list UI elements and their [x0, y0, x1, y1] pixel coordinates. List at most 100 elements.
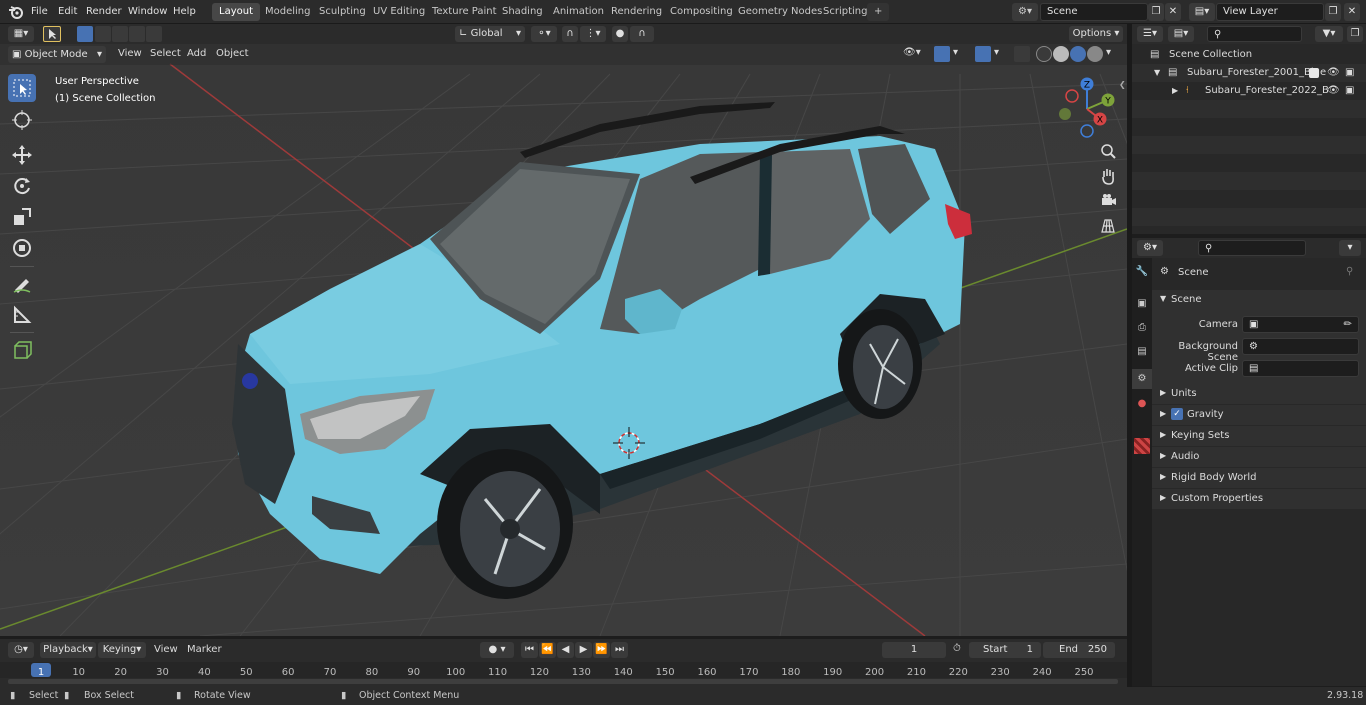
keying-sets-panel[interactable]: ▶ Keying Sets — [1152, 426, 1366, 446]
texture-tab-icon[interactable] — [1134, 438, 1150, 454]
visibility-dropdown-icon[interactable]: 👁▾ — [903, 47, 931, 62]
tab-geometry-nodes[interactable]: Geometry Nodes — [731, 3, 829, 21]
view-layer-tab-icon[interactable]: ▤ — [1134, 346, 1150, 362]
tool-annotate[interactable] — [8, 270, 36, 298]
menu-help[interactable]: Help — [173, 4, 196, 20]
menu-view[interactable]: View — [118, 48, 142, 59]
tool-select-box[interactable] — [8, 74, 36, 102]
scene-tab-icon[interactable]: ⚙ — [1132, 369, 1152, 389]
chevron-down-icon[interactable]: ▾ — [1339, 240, 1361, 256]
play-icon[interactable]: ▶ — [575, 642, 592, 658]
tool-rotate[interactable] — [8, 172, 36, 200]
scene-section-header[interactable]: ▼ Scene — [1152, 290, 1366, 310]
gravity-checkbox[interactable]: ✓ — [1171, 408, 1183, 420]
snap-target-dropdown[interactable]: ⋮▾ — [580, 26, 606, 42]
tool-measure[interactable] — [8, 301, 36, 329]
view-layer-selector-button[interactable]: ▤▾ — [1189, 3, 1215, 21]
tool-settings-tab-icon[interactable]: 🔧 — [1134, 266, 1150, 282]
timeline-scrollbar[interactable] — [8, 679, 1118, 684]
blender-logo-icon[interactable] — [8, 4, 24, 20]
outliner-search-input[interactable]: ⚲ — [1207, 26, 1302, 42]
eye-icon[interactable]: 👁 — [1327, 64, 1340, 82]
pan-hand-icon[interactable] — [1097, 165, 1119, 187]
view-layer-field[interactable]: View Layer — [1216, 3, 1324, 21]
output-tab-icon[interactable]: ⎙ — [1134, 322, 1150, 338]
menu-add[interactable]: Add — [187, 48, 206, 59]
chevron-down-icon[interactable]: ▾ — [1106, 47, 1118, 62]
active-clip-field[interactable]: ▤ — [1242, 360, 1359, 377]
prev-keyframe-icon[interactable]: ⏪ — [539, 642, 556, 658]
tab-shading[interactable]: Shading — [495, 3, 550, 21]
tool-move[interactable] — [8, 141, 36, 169]
camera-view-icon[interactable] — [1097, 190, 1119, 212]
camera-render-icon[interactable]: ▣ — [1345, 64, 1354, 82]
expand-arrow-icon[interactable]: ▶ — [1172, 82, 1178, 100]
tool-cursor[interactable] — [8, 106, 36, 134]
marker-menu[interactable]: Marker — [187, 644, 222, 655]
menu-render[interactable]: Render — [86, 4, 122, 20]
wireframe-shading-icon[interactable] — [1036, 46, 1052, 62]
tab-compositing[interactable]: Compositing — [663, 3, 740, 21]
rigid-body-world-panel[interactable]: ▶ Rigid Body World — [1152, 468, 1366, 488]
auto-keying-button[interactable]: ● ▾ — [480, 642, 514, 658]
tool-transform[interactable] — [8, 234, 36, 262]
chevron-down-icon[interactable]: ▾ — [953, 47, 965, 62]
chevron-down-icon[interactable]: ▾ — [994, 47, 1006, 62]
editor-type-button[interactable]: ▦▾ — [8, 26, 34, 42]
transform-orientation-dropdown[interactable]: ∟ Global ▾ — [455, 26, 525, 42]
eye-icon[interactable]: 👁 — [1327, 82, 1340, 100]
3d-viewport[interactable]: User Perspective (1) Scene Collection Z … — [0, 44, 1127, 636]
jump-end-icon[interactable]: ⏭ — [611, 642, 628, 658]
select-subtract-icon[interactable] — [112, 26, 128, 42]
rendered-shading-icon[interactable] — [1087, 46, 1103, 62]
playback-menu[interactable]: Playback▾ — [40, 642, 96, 658]
menu-edit[interactable]: Edit — [58, 4, 77, 20]
filter-icon[interactable]: ▼▾ — [1315, 26, 1343, 42]
menu-select[interactable]: Select — [150, 48, 181, 59]
tab-modeling[interactable]: Modeling — [258, 3, 318, 21]
scene-name-field[interactable]: Scene — [1040, 3, 1148, 21]
pin-icon[interactable]: ⚲ — [1346, 266, 1353, 277]
custom-properties-panel[interactable]: ▶ Custom Properties — [1152, 489, 1366, 509]
eyedropper-icon[interactable]: ✏ — [1344, 317, 1352, 333]
display-mode-icon[interactable]: ▤▾ — [1168, 26, 1194, 42]
next-keyframe-icon[interactable]: ⏩ — [593, 642, 610, 658]
properties-editor-type-icon[interactable]: ⚙▾ — [1137, 240, 1163, 256]
camera-render-icon[interactable]: ▣ — [1345, 82, 1354, 100]
play-reverse-icon[interactable]: ◀ — [557, 642, 574, 658]
background-scene-field[interactable]: ⚙ — [1242, 338, 1359, 355]
object-mode-dropdown[interactable]: ▣ Object Mode ▾ — [8, 46, 106, 63]
overlays-toggle-icon[interactable] — [975, 46, 991, 62]
gizmo-toggle-icon[interactable] — [934, 46, 950, 62]
menu-file[interactable]: File — [31, 4, 48, 20]
proportional-edit-icon[interactable]: ● — [612, 26, 628, 42]
audio-panel[interactable]: ▶ Audio — [1152, 447, 1366, 467]
gravity-panel[interactable]: ▶ ✓ Gravity — [1152, 405, 1366, 425]
proportional-falloff-icon[interactable]: ∩ — [630, 26, 654, 42]
outliner-row-item-2[interactable]: ▶ ⍿ Subaru_Forester_2022_B 👁 ▣ — [1132, 82, 1366, 100]
select-tool-icon[interactable] — [43, 26, 61, 42]
add-workspace-button[interactable]: + — [867, 3, 890, 21]
area-divider[interactable] — [1127, 24, 1132, 687]
select-invert-icon[interactable] — [129, 26, 145, 42]
jump-start-icon[interactable]: ⏮ — [521, 642, 538, 658]
tab-scripting[interactable]: Scripting — [816, 3, 874, 21]
zoom-icon[interactable] — [1097, 140, 1119, 162]
exclude-checkbox[interactable] — [1309, 68, 1319, 78]
select-extend-icon[interactable] — [95, 26, 111, 42]
camera-field[interactable]: ▣ ✏ — [1242, 316, 1359, 333]
stopwatch-icon[interactable]: ⏱ — [953, 643, 961, 654]
timeline-editor-type-icon[interactable]: ◷▾ — [8, 642, 34, 658]
menu-object[interactable]: Object — [216, 48, 249, 59]
delete-scene-icon[interactable]: ✕ — [1165, 3, 1181, 21]
keying-menu[interactable]: Keying▾ — [98, 642, 146, 658]
start-frame-field[interactable]: Start 1 — [969, 642, 1041, 658]
pivot-point-dropdown[interactable]: ⚬▾ — [531, 26, 557, 42]
sidebar-toggle-icon[interactable]: ❮ — [1119, 80, 1127, 92]
tab-texture-paint[interactable]: Texture Paint — [425, 3, 504, 21]
units-panel[interactable]: ▶ Units — [1152, 384, 1366, 404]
tab-sculpting[interactable]: Sculpting — [312, 3, 373, 21]
snap-toggle-icon[interactable]: ∩ — [562, 26, 578, 42]
car-model[interactable] — [0, 44, 1127, 636]
tab-rendering[interactable]: Rendering — [604, 3, 669, 21]
